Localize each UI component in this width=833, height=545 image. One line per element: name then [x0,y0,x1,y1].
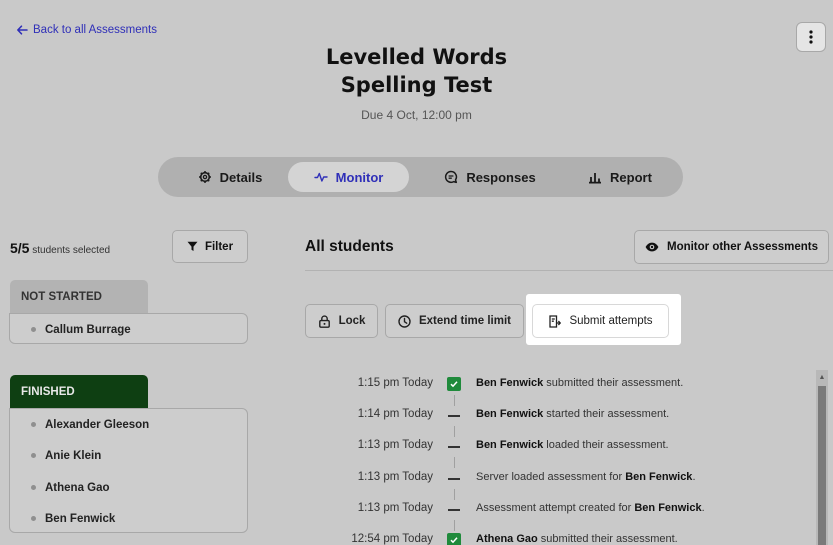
back-link[interactable]: Back to all Assessments [16,24,157,36]
timeline-time: 1:15 pm Today [357,377,433,389]
monitor-other-label: Monitor other Assessments [666,241,819,253]
gear-icon [198,171,211,183]
dash-icon [447,471,461,485]
timeline-time: 1:13 pm Today [357,502,433,514]
divider [305,270,833,271]
chat-icon [445,170,458,184]
timeline-text: Server loaded assessment for Ben Fenwick… [476,471,696,483]
timeline-entry: 12:54 pm Today Athena Gao submitted thei… [0,530,820,545]
extend-time-limit-label: Extend time limit [418,315,512,327]
dash-icon [447,439,461,453]
selected-count-value: 5/5 [10,240,30,256]
check-icon [447,377,461,391]
tab-responses[interactable]: Responses [420,162,560,192]
check-icon [447,533,461,545]
group-not-started: Callum Burrage [9,313,248,344]
timeline-text: Athena Gao submitted their assessment. [476,533,678,545]
tab-details-label: Details [219,169,263,185]
tab-bar: Details Monitor Responses Report [158,157,683,197]
timeline-entry: 1:15 pm Today Ben Fenwick submitted thei… [0,374,820,394]
students-selected-count: 5/5 students selected [10,240,110,256]
tab-responses-label: Responses [466,169,536,185]
tab-monitor[interactable]: Monitor [288,162,409,192]
kebab-menu-icon [809,30,813,44]
tab-monitor-label: Monitor [335,169,384,185]
tab-details[interactable]: Details [170,162,290,192]
section-heading: All students [305,238,394,255]
monitor-other-assessments-button[interactable]: Monitor other Assessments [634,230,829,264]
timeline-text: Ben Fenwick loaded their assessment. [476,439,669,451]
arrow-left-icon [17,25,28,35]
filter-button[interactable]: Filter [172,230,248,263]
timeline-time: 1:13 pm Today [357,439,433,451]
student-item[interactable]: Callum Burrage [10,314,131,345]
page-title: Levelled Words Spelling Test [0,43,833,99]
group-heading-not-started: NOT STARTED [10,280,148,313]
bar-chart-icon [589,173,602,184]
extend-time-limit-button[interactable]: Extend time limit [385,304,524,338]
timeline-time: 12:54 pm Today [351,533,433,545]
due-date: Due 4 Oct, 12:00 pm [361,108,472,122]
filter-button-label: Filter [204,240,234,253]
lock-button[interactable]: Lock [305,304,378,338]
timeline-connector [454,457,455,468]
eye-icon [645,242,659,252]
lock-icon [318,314,330,328]
selected-count-suffix: students selected [32,245,111,256]
title-line-2: Spelling Test [340,73,493,97]
student-name: Callum Burrage [45,323,131,336]
dash-icon [447,408,461,422]
timeline-time: 1:14 pm Today [357,408,433,420]
timeline-entry: 1:14 pm Today Ben Fenwick started their … [0,405,820,425]
title-line-1: Levelled Words [325,45,508,69]
scroll-up-arrow-icon[interactable]: ▲ [818,372,826,382]
activity-icon [313,172,328,182]
status-dot-icon [31,327,36,332]
tab-report-label: Report [610,169,652,185]
document-submit-icon [549,314,562,328]
timeline-text: Ben Fenwick submitted their assessment. [476,377,684,389]
tab-report[interactable]: Report [561,162,679,192]
filter-icon [187,241,198,251]
lock-button-label: Lock [338,315,366,327]
scrollbar-thumb[interactable] [818,386,826,545]
back-link-label: Back to all Assessments [33,24,157,36]
submit-attempts-label: Submit attempts [569,315,653,327]
dash-icon [447,502,461,516]
timeline-text: Ben Fenwick started their assessment. [476,408,670,420]
timeline-entry: 1:13 pm Today Server loaded assessment f… [0,468,820,488]
timeline-time: 1:13 pm Today [357,471,433,483]
timeline-entry: 1:13 pm Today Assessment attempt created… [0,499,820,519]
submit-attempts-button[interactable]: Submit attempts [532,304,669,338]
timeline-text: Assessment attempt created for Ben Fenwi… [476,502,705,514]
timeline-entry: 1:13 pm Today Ben Fenwick loaded their a… [0,436,820,456]
clock-icon [398,314,411,328]
